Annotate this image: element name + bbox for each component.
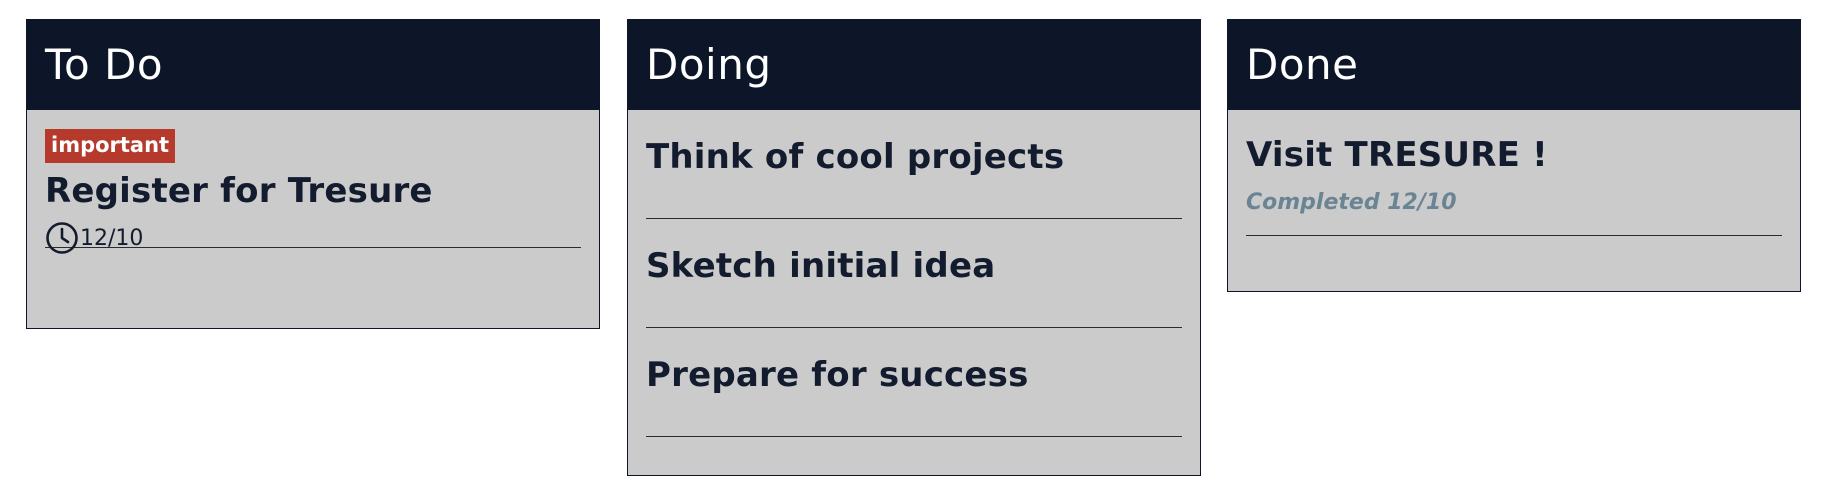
card-sketch-idea[interactable]: Sketch initial idea: [646, 219, 1182, 328]
important-tag: important: [45, 129, 176, 163]
card-title: Visit TRESURE !: [1246, 135, 1548, 175]
clock-icon: [46, 222, 78, 254]
column-todo: To Do important Register for Tresure 12/…: [26, 19, 600, 329]
column-header-doing: Doing: [628, 20, 1200, 110]
card-think-projects[interactable]: Think of cool projects: [646, 110, 1182, 219]
column-doing: Doing Think of cool projects Sketch init…: [627, 19, 1201, 476]
card-prepare-success[interactable]: Prepare for success: [646, 328, 1182, 437]
card-title: Think of cool projects: [646, 137, 1065, 177]
column-header-todo: To Do: [27, 20, 599, 110]
completed-date: Completed 12/10: [1246, 190, 1457, 215]
due-date-text: 12/10: [80, 225, 144, 251]
column-header-done: Done: [1228, 20, 1800, 110]
card-register-tresure[interactable]: important Register for Tresure 12/10: [45, 110, 581, 254]
card-title: Prepare for success: [646, 355, 1029, 395]
column-done: Done Visit TRESURE ! Completed 12/10: [1227, 19, 1801, 292]
card-title: Register for Tresure: [45, 171, 433, 211]
card-title: Sketch initial idea: [646, 246, 996, 286]
kanban-board: To Do important Register for Tresure 12/…: [0, 0, 1829, 500]
card-visit-tresure[interactable]: Visit TRESURE ! Completed 12/10: [1246, 110, 1782, 236]
due-date: 12/10: [45, 221, 581, 255]
